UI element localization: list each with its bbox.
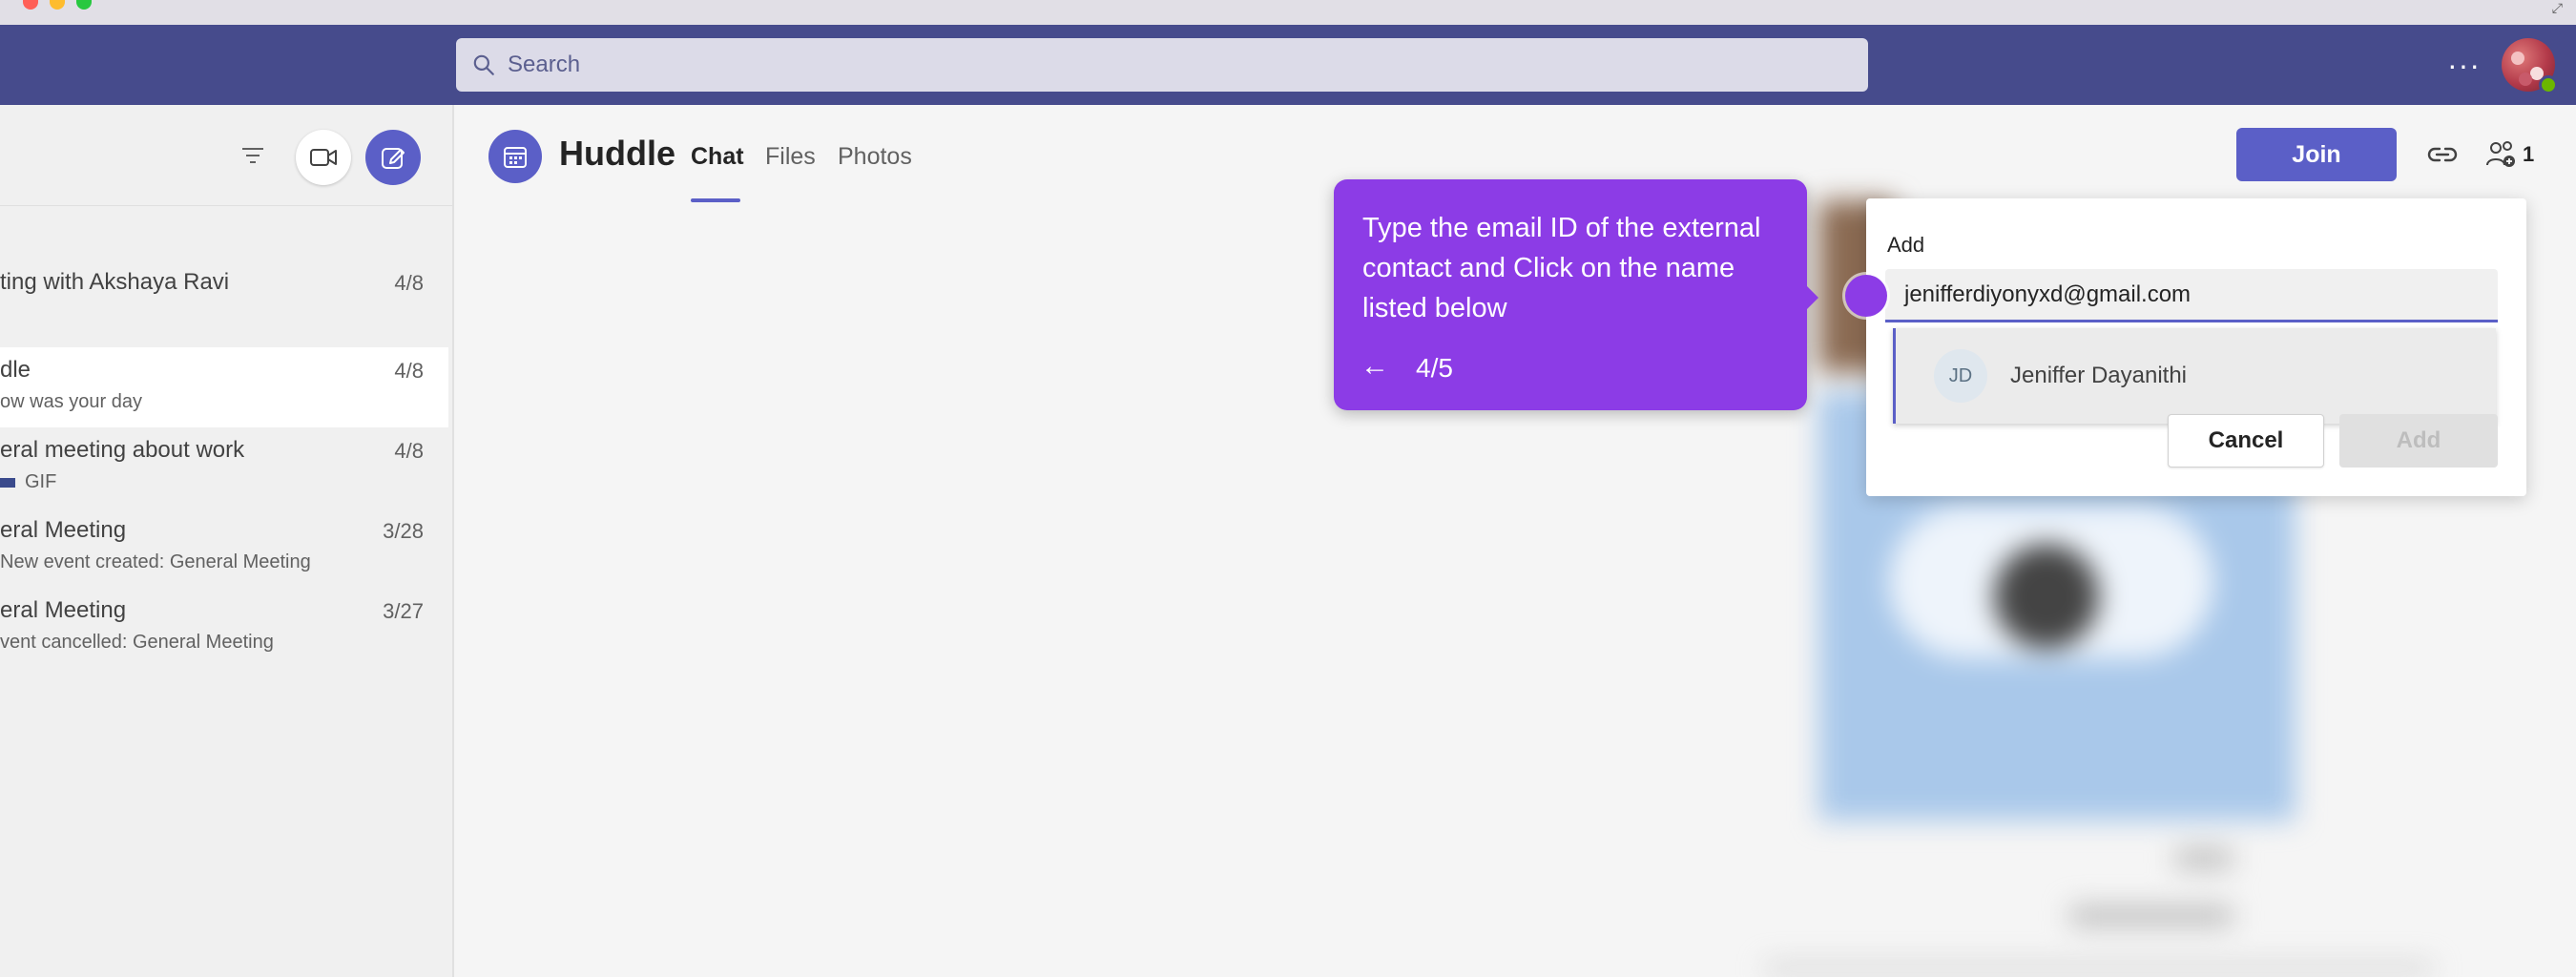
add-button[interactable]: Add [2339,414,2498,468]
filter-icon[interactable] [239,143,267,168]
contact-suggestion[interactable]: JD Jeniffer Dayanithi [1893,328,2496,424]
sidebar-toolbar [0,105,454,206]
search-icon [473,54,494,75]
video-camera-icon [310,149,337,166]
chat-date: 3/28 [383,519,424,543]
chat-list-item[interactable]: ting with Akshaya Ravi 4/8 [0,261,448,342]
zoom-window-button[interactable] [76,0,92,10]
participant-count: 1 [2523,142,2535,166]
suggestion-name: Jeniffer Dayanithi [2010,363,2187,388]
presence-status-badge [2539,75,2558,94]
add-participant-dialog: Add jeniffer​diyonyxd@gmail.com JD Jenif… [1866,198,2526,496]
hotspot-marker [1845,275,1887,317]
link-icon[interactable] [2425,137,2460,172]
chat-title: dle [0,357,31,383]
expand-icon[interactable]: ⤢ [2552,0,2563,16]
chat-preview: vent cancelled: General Meeting [0,632,274,653]
avatar: JD [1934,349,1987,403]
tooltip-instruction: Type the email ID of the external contac… [1362,213,1761,323]
chat-sidebar: ting with Akshaya Ravi 4/8 dle ow was yo… [0,105,454,977]
participants-button[interactable]: 1 [2484,137,2561,172]
chat-list-item-selected[interactable]: dle ow was your day 4/8 [0,347,448,427]
add-label: Add [1887,233,1925,257]
chat-title: eral Meeting [0,517,127,543]
chat-preview: GIF [25,471,57,492]
tab-chat[interactable]: Chat [691,143,744,171]
chat-title: eral Meeting [0,597,127,623]
chat-date: 4/8 [394,439,424,463]
email-field[interactable]: jeniffer​diyonyxd@gmail.com [1885,269,2498,322]
step-counter: 4/5 [1416,353,1453,383]
join-button[interactable]: Join [2236,128,2397,181]
window-titlebar: ⤢ [0,0,2576,25]
chat-date: 3/27 [383,599,424,623]
chat-list-item[interactable]: eral Meeting New event created: General … [0,508,448,588]
new-chat-button[interactable] [365,130,421,185]
chat-list-item[interactable]: eral meeting about work GIF 4/8 [0,427,448,508]
people-icon [2486,141,2515,167]
gif-thumbnail-icon [0,478,15,488]
meeting-chat-avatar [488,130,542,183]
chat-preview: ow was your day [0,391,142,412]
channel-title: Huddle [559,134,675,173]
chat-list-item[interactable]: eral Meeting vent cancelled: General Mee… [0,588,448,668]
chat-title: eral meeting about work [0,437,245,463]
tab-files[interactable]: Files [765,143,816,171]
chat-date: 4/8 [394,271,424,295]
chat-title: ting with Akshaya Ravi [0,269,230,295]
tab-photos[interactable]: Photos [838,143,912,171]
cancel-button[interactable]: Cancel [2168,414,2324,468]
tooltip-pointer [1803,282,1818,313]
meet-now-button[interactable] [296,130,351,185]
compose-icon [382,148,405,169]
active-tab-indicator [691,198,740,202]
back-arrow-icon[interactable]: ← [1361,349,1389,384]
calendar-icon [504,147,527,168]
close-window-button[interactable] [23,0,38,10]
chat-date: 4/8 [394,359,424,383]
minimize-window-button[interactable] [50,0,65,10]
chat-preview: New event created: General Meeting [0,551,311,572]
more-options-button[interactable]: ··· [2447,46,2481,84]
search-placeholder: Search [508,52,581,77]
walkthrough-tooltip: Type the email ID of the external contac… [1334,179,1807,410]
search-input[interactable]: Search [456,38,1868,92]
top-header: Search ··· [0,25,2576,105]
